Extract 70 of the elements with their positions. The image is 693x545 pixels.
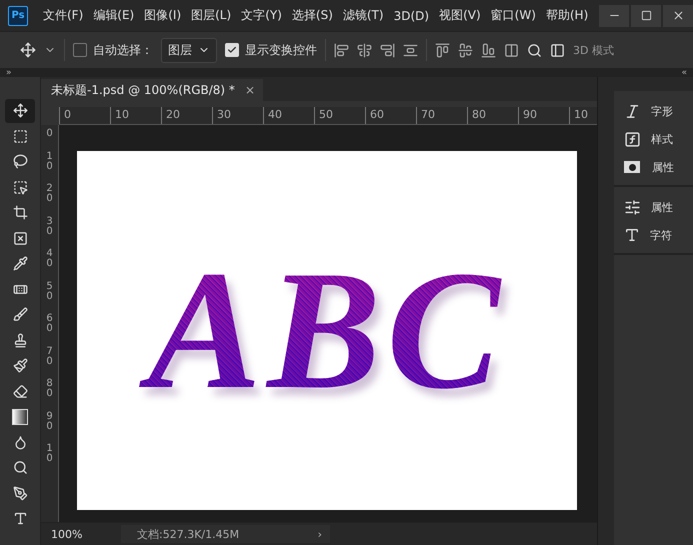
ruler-label: 0 (59, 107, 110, 124)
3d-mode-label[interactable]: 3D 模式 (573, 42, 614, 58)
panel-button[interactable]: 属性 (614, 153, 693, 181)
close-button[interactable] (663, 4, 693, 26)
collapse-panel-toggle[interactable]: « (681, 69, 687, 77)
align-icon[interactable] (334, 42, 349, 58)
ruler-label: 30 (212, 107, 263, 124)
zoom-level[interactable]: 100% (41, 528, 121, 540)
panel-icon[interactable] (550, 42, 565, 58)
document-info[interactable]: 文档:527.3K/1.45M › (121, 525, 330, 543)
menu-item[interactable]: 窗口(W) (486, 7, 541, 24)
ruler-label: 90 (45, 412, 54, 432)
menu-item[interactable]: 文字(Y) (236, 7, 287, 24)
ruler-label: 40 (45, 249, 54, 269)
align-icon[interactable] (403, 42, 418, 58)
ruler-label: 60 (365, 107, 416, 124)
ruler-label: 80 (467, 107, 518, 124)
show-transform-checkbox[interactable]: 显示变换控件 (225, 42, 317, 58)
character-icon (624, 227, 640, 243)
menu-item[interactable]: 图像(I) (139, 7, 186, 24)
ruler-label: 60 (45, 314, 54, 334)
ruler-label: 70 (45, 346, 54, 366)
ruler-label: 20 (161, 107, 212, 124)
move-tool-icon[interactable] (5, 99, 35, 122)
layer-dropdown[interactable]: 图层 (161, 38, 217, 62)
ruler-label: 80 (45, 379, 54, 399)
app-logo[interactable]: Ps (8, 6, 28, 26)
ruler-label: 50 (45, 282, 54, 302)
mask-icon (624, 161, 640, 173)
align-icon[interactable] (481, 42, 496, 58)
ruler-label: 40 (263, 107, 314, 124)
ruler-label: 10 (45, 152, 54, 172)
panel-button[interactable]: 字形 (614, 97, 693, 125)
menu-item[interactable]: 编辑(E) (88, 7, 140, 24)
panel-button[interactable]: 字符 (614, 221, 693, 249)
ruler-label: 10 (45, 444, 54, 464)
panel-button[interactable]: 样式 (614, 125, 693, 153)
ruler-label: 90 (518, 107, 569, 124)
menu-item[interactable]: 选择(S) (286, 7, 338, 24)
check-icon[interactable] (227, 45, 237, 55)
align-icon[interactable] (380, 42, 395, 58)
function-icon (624, 130, 641, 148)
menu-item[interactable]: 滤镜(T) (338, 7, 389, 24)
maximize-icon[interactable] (640, 10, 652, 21)
sliders-icon (624, 198, 641, 216)
menu-item[interactable]: 文件(F) (38, 7, 88, 24)
maximize-button[interactable] (631, 4, 661, 26)
move-icon[interactable] (20, 42, 36, 58)
ruler-label: 20 (45, 184, 54, 204)
menu-item[interactable]: 视图(V) (434, 7, 486, 24)
menu-item[interactable]: 帮助(H) (540, 7, 594, 24)
menu-item[interactable]: 图层(L) (186, 7, 236, 24)
panel-button[interactable]: 属性 (614, 193, 693, 221)
document-tab[interactable]: 未标题-1.psd @ 100%(RGB/8) * × (41, 79, 263, 101)
ruler-label: 0 (45, 129, 54, 139)
ruler-label: 50 (314, 107, 365, 124)
align-icon[interactable] (504, 42, 519, 58)
ruler-label: 10 (110, 107, 161, 124)
align-icon[interactable] (435, 42, 450, 58)
search-icon[interactable] (527, 42, 542, 58)
auto-select-checkbox[interactable]: 自动选择： (73, 42, 153, 58)
ruler-label: 70 (416, 107, 467, 124)
expand-panel-toggle[interactable]: » (6, 69, 12, 77)
align-icon[interactable] (458, 42, 473, 58)
close-tab-icon[interactable]: × (244, 83, 255, 97)
italic-icon (624, 102, 641, 120)
menu-item[interactable]: 3D(D) (388, 8, 434, 22)
close-icon[interactable] (672, 9, 684, 22)
align-icon[interactable] (357, 42, 372, 58)
ruler-label: 30 (45, 216, 54, 236)
